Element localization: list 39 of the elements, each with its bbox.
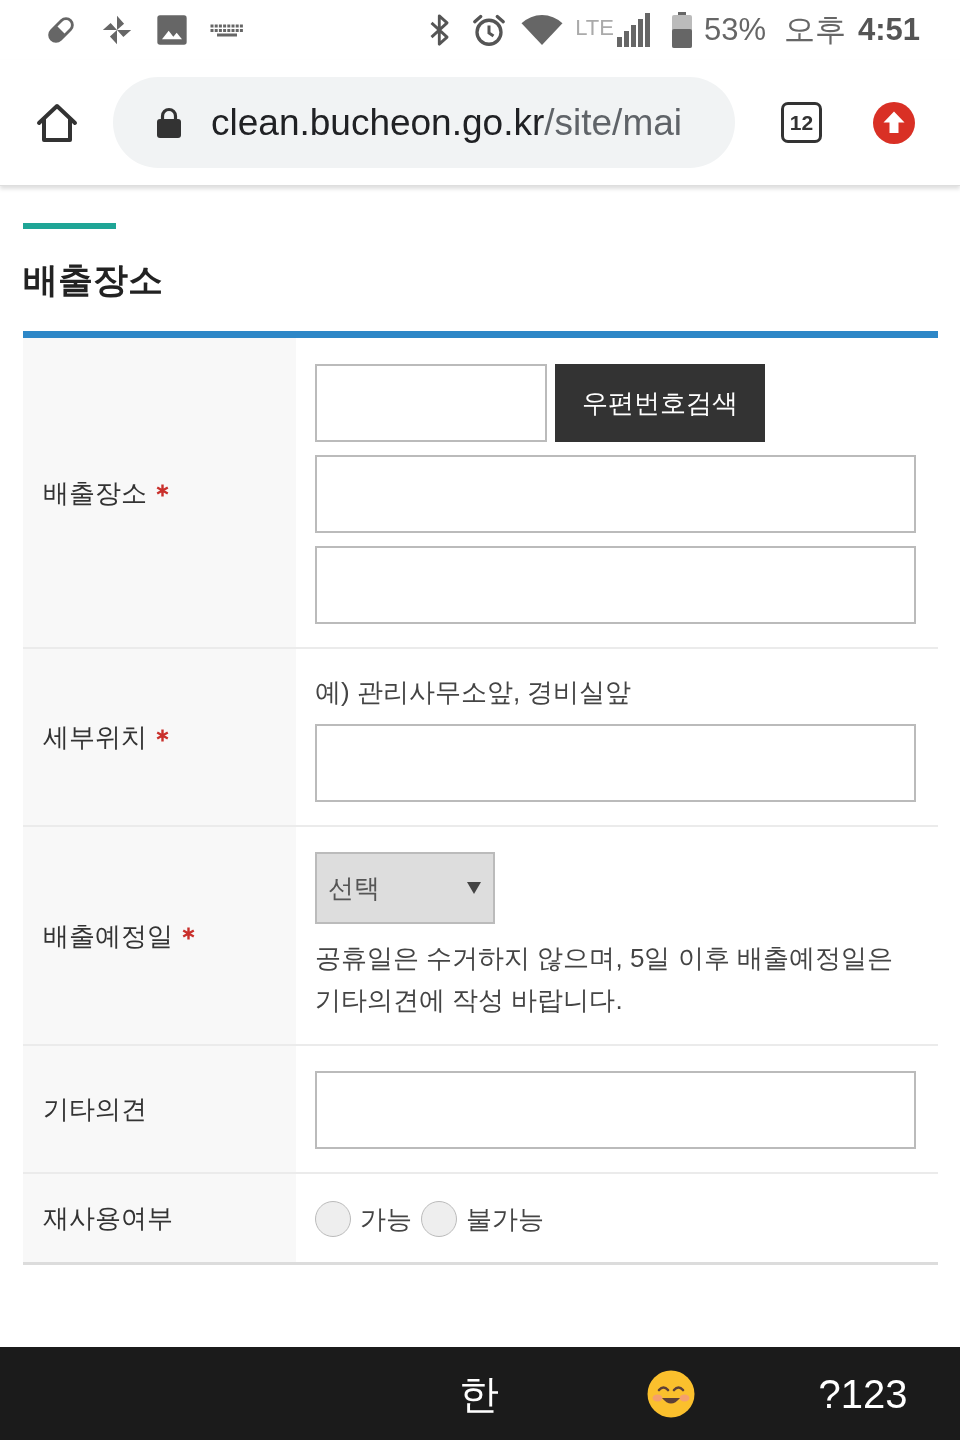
time-period: 오후 — [783, 11, 846, 49]
field-label: 세부위치 — [43, 721, 147, 754]
smiling-face-icon[interactable] — [647, 1369, 695, 1418]
battery-percent: 53% — [703, 11, 766, 49]
select-field[interactable]: 선택 — [315, 852, 495, 924]
address-bar[interactable]: clean.bucheon.go.kr/site/mai — [113, 77, 735, 168]
example-text: 예) 관리사무소앞, 경비실앞 — [315, 676, 633, 709]
field-label: 배출장소 — [43, 476, 147, 510]
tab-switcher-button[interactable]: 12 — [781, 102, 822, 143]
text-field[interactable] — [315, 1071, 916, 1149]
radio-button[interactable] — [421, 1201, 457, 1237]
text-field[interactable] — [315, 455, 916, 533]
caret-icon — [467, 882, 481, 894]
keyboard-icon — [210, 22, 244, 38]
note-text: 공휴일은 수거하지 않으며, 5일 이후 배출예정일은 기타의견에 작성 바랍니다. — [315, 942, 894, 1017]
lock-icon — [156, 106, 182, 139]
network-label: LTE — [575, 15, 614, 41]
home-icon[interactable] — [36, 101, 78, 144]
alarm-clock-icon — [471, 12, 508, 48]
pinwheel-icon — [100, 13, 134, 47]
clock-time: 4:51 — [857, 11, 920, 49]
battery-icon — [671, 12, 692, 48]
postcode-field[interactable] — [315, 364, 547, 442]
field-label: 배출예정일 — [43, 919, 173, 953]
field-label: 기타의견 — [43, 1093, 147, 1126]
keyboard-key[interactable]: 한 — [383, 1368, 575, 1419]
postcode-search-button[interactable]: 우편번호검색 — [555, 364, 765, 442]
url-text: clean.bucheon.go.kr/site/mai — [211, 100, 682, 145]
text-field[interactable] — [315, 546, 916, 624]
radio-button[interactable] — [315, 1201, 351, 1237]
field-label: 재사용여부 — [43, 1202, 173, 1235]
text-field[interactable] — [315, 724, 916, 802]
radio-label[interactable]: 불가능 — [466, 1201, 544, 1237]
wifi-icon — [521, 15, 564, 45]
signal-icon — [615, 13, 652, 47]
keyboard-key[interactable]: ?123 — [767, 1368, 959, 1419]
section-title: 배출장소 — [23, 259, 163, 301]
image-icon — [156, 14, 188, 46]
radio-label[interactable]: 가능 — [360, 1201, 412, 1237]
